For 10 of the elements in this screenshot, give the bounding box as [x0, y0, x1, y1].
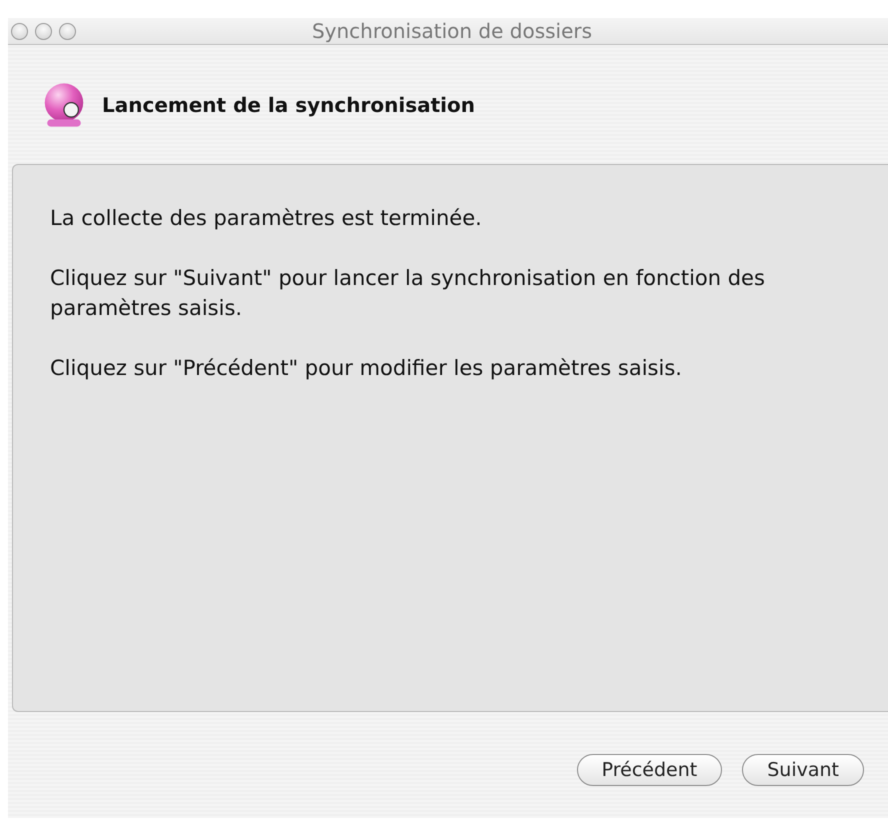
window-title: Synchronisation de dossiers	[312, 19, 594, 43]
minimize-icon[interactable]	[35, 22, 52, 40]
back-button[interactable]: Précédent	[576, 754, 722, 786]
message-text: Cliquez sur "Précédent" pour modifier les paramètres saisis.	[50, 355, 683, 382]
close-icon[interactable]	[11, 22, 28, 40]
message-text: La collecte des paramètres est terminée.	[50, 205, 483, 232]
step-title: Lancement de la synchronisation	[102, 92, 475, 116]
zoom-icon[interactable]	[59, 22, 76, 40]
message-text: Cliquez sur "Suivant" pour lancer la synchronisation en fonction des paramètres saisis.	[50, 265, 766, 322]
next-button[interactable]: Suivant	[742, 754, 864, 786]
